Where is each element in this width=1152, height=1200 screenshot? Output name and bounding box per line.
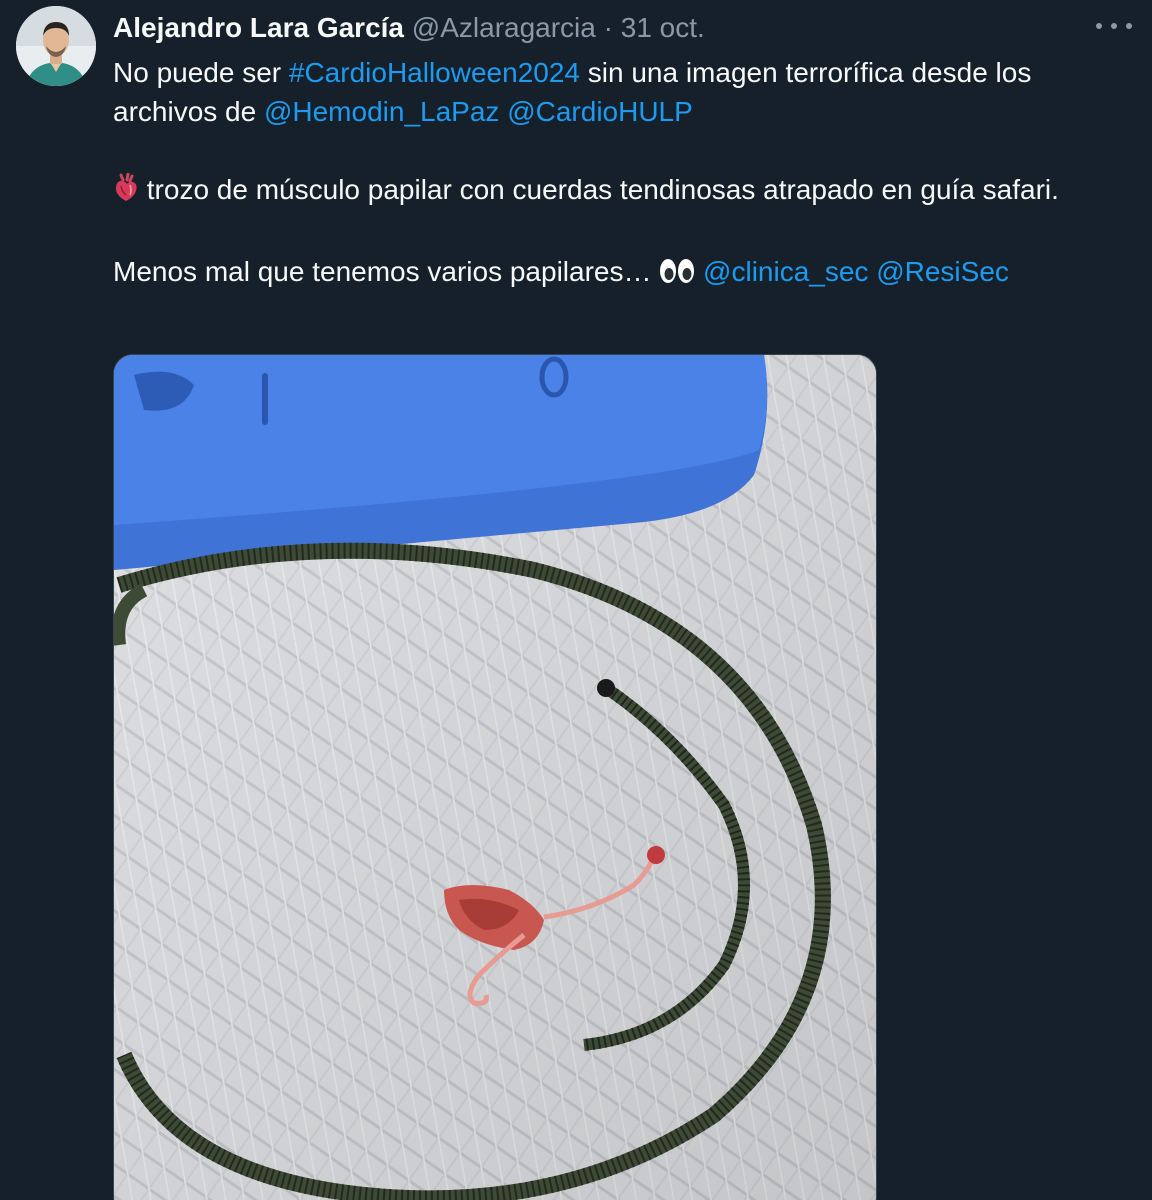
tweet-text-part: archivos de [113,96,264,127]
author-name[interactable]: Alejandro Lara García [113,12,404,43]
tweet-header: Alejandro Lara García @Azlaragarcia · 31… [113,10,705,46]
mention-link[interactable]: @CardioHULP [507,96,693,127]
tweet-text-part: Menos mal que tenemos varios papilares… [113,256,660,287]
tweet-paragraph-2: trozo de músculo papilar con cuerdas ten… [113,170,1133,213]
avatar[interactable] [16,6,96,86]
tweet-text-part: No puede ser [113,57,289,88]
tweet-paragraph-1: No puede ser #CardioHalloween2024 sin un… [113,53,1133,131]
more-horizontal-icon[interactable] [1096,16,1132,36]
tweet-date[interactable]: 31 oct. [621,12,705,43]
author-handle[interactable]: @Azlaragarcia [412,12,596,43]
tweet-text-part: trozo de músculo papilar con cuerdas ten… [139,174,1059,205]
mention-link[interactable]: @ResiSec [876,256,1009,287]
photo-guidewire-with-tissue [114,355,876,1200]
tweet-text-part: sin una imagen terrorífica desde los [579,57,1032,88]
mention-link[interactable]: @Hemodin_LaPaz [264,96,499,127]
header-separator: · [603,12,613,43]
hashtag-link[interactable]: #CardioHalloween2024 [289,57,580,88]
mention-link[interactable]: @clinica_sec [703,256,868,287]
tweet-paragraph-3: Menos mal que tenemos varios papilares… … [113,252,1133,295]
avatar-photo [16,6,96,86]
tweet-card: Alejandro Lara García @Azlaragarcia · 31… [0,0,1152,1200]
eyes-emoji [659,256,695,295]
tweet-photo[interactable] [113,354,877,1200]
tweet-text: No puede ser #CardioHalloween2024 sin un… [113,53,1133,295]
anatomical-heart-emoji [113,172,139,213]
